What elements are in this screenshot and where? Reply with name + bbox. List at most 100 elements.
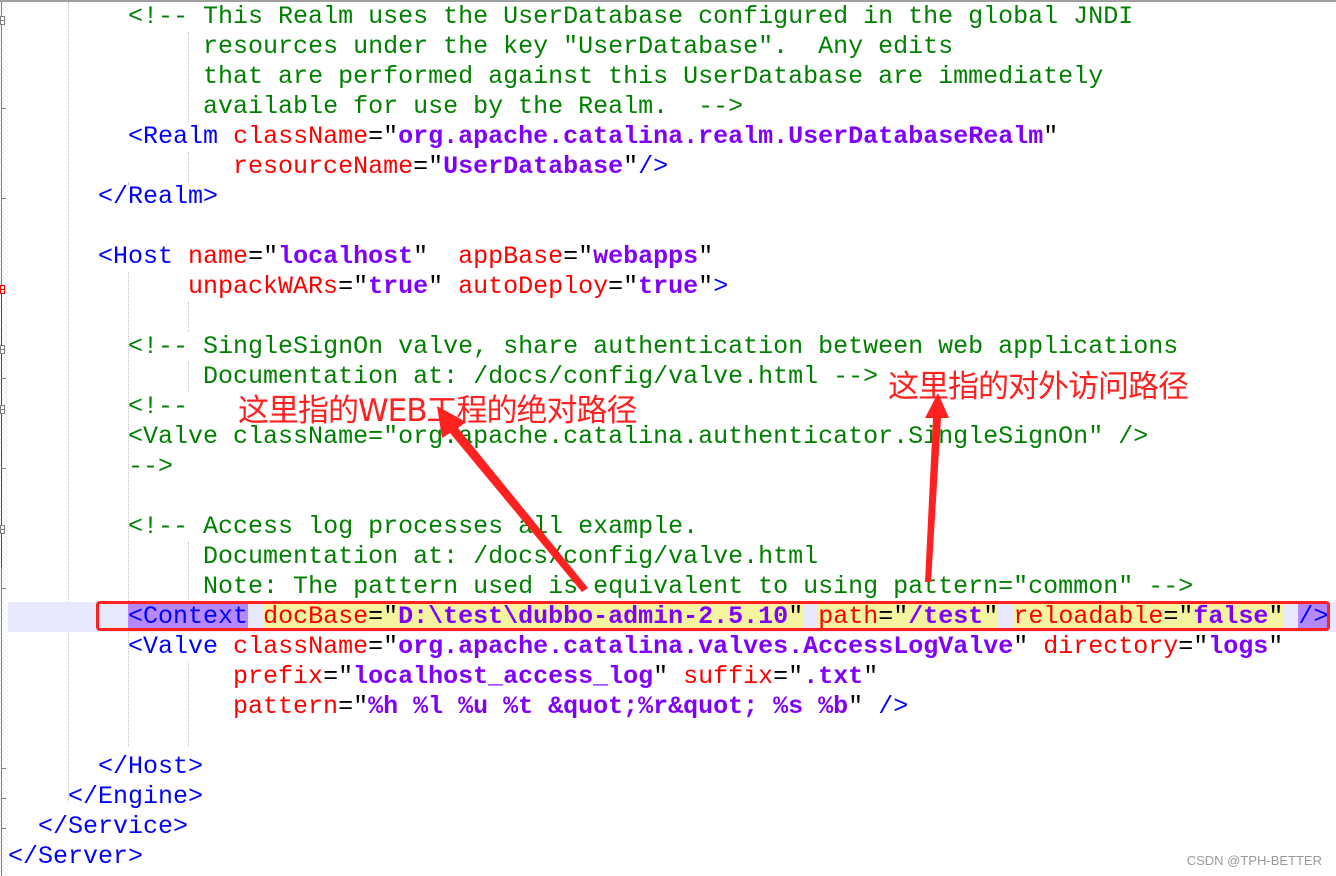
xml-attribute: pattern	[233, 692, 339, 721]
xml-punctuation: "	[413, 242, 459, 271]
xml-punctuation: "	[698, 242, 714, 271]
xml-value: org.apache.catalina.realm.UserDatabaseRe…	[398, 122, 1044, 151]
code-line[interactable]: prefix="localhost_access_log" suffix=".t…	[8, 662, 1336, 692]
xml-comment: Note: The pattern used is equivalent to …	[203, 572, 1194, 601]
xml-value: localhost_access_log	[353, 662, 654, 691]
fold-toggle-icon[interactable]	[0, 345, 5, 354]
code-line[interactable]: </Server>	[8, 842, 1336, 872]
fold-toggle-icon[interactable]	[0, 525, 5, 534]
code-line[interactable]: that are performed against this UserData…	[8, 62, 1336, 92]
xml-attribute: directory	[1043, 632, 1179, 661]
xml-comment: <!-- Access log processes all example.	[128, 512, 699, 541]
code-editor[interactable]: <!-- This Realm uses the UserDatabase co…	[0, 0, 1336, 876]
xml-attribute: unpackWARs	[188, 272, 339, 301]
code-line[interactable]: <!-- This Realm uses the UserDatabase co…	[8, 2, 1336, 32]
xml-punctuation: ="	[563, 242, 594, 271]
code-line[interactable]: -->	[8, 452, 1336, 482]
code-line[interactable]: </Engine>	[8, 782, 1336, 812]
xml-comment: <!-- SingleSignOn valve, share authentic…	[128, 332, 1179, 361]
xml-comment: resources under the key "UserDatabase". …	[203, 32, 954, 61]
xml-attribute: name	[188, 242, 249, 271]
xml-punctuation: "	[1268, 632, 1284, 661]
xml-tag: </Engine>	[68, 782, 204, 811]
xml-punctuation: "	[428, 272, 459, 301]
code-content[interactable]: <!-- This Realm uses the UserDatabase co…	[8, 2, 1336, 872]
fold-end-icon	[1, 588, 6, 589]
code-line[interactable]: Note: The pattern used is equivalent to …	[8, 572, 1336, 602]
xml-punctuation: ="	[368, 632, 399, 661]
code-line[interactable]	[8, 482, 1336, 512]
code-line[interactable]	[8, 302, 1336, 332]
xml-value: %h %l %u %t &quot;%r&quot; %s %b	[368, 692, 849, 721]
code-line[interactable]: Documentation at: /docs/config/valve.htm…	[8, 542, 1336, 572]
xml-punctuation: "	[1043, 122, 1059, 151]
xml-tag: </Host>	[98, 752, 204, 781]
code-line[interactable]: <Host name="localhost" appBase="webapps"	[8, 242, 1336, 272]
fold-end-icon	[1, 768, 6, 769]
xml-punctuation: ="	[1178, 632, 1209, 661]
xml-comment: <!-- This Realm uses the UserDatabase co…	[128, 2, 1134, 31]
xml-attribute: prefix	[233, 662, 324, 691]
code-line[interactable]: </Host>	[8, 752, 1336, 782]
xml-comment: Documentation at: /docs/config/valve.htm…	[203, 542, 819, 571]
xml-attribute: suffix	[683, 662, 774, 691]
xml-punctuation: "	[848, 692, 879, 721]
code-line[interactable]: available for use by the Realm. -->	[8, 92, 1336, 122]
code-line[interactable]: </Service>	[8, 812, 1336, 842]
code-line[interactable]: <Realm className="org.apache.catalina.re…	[8, 122, 1336, 152]
xml-tag: />	[638, 152, 669, 181]
xml-comment: that are performed against this UserData…	[203, 62, 1104, 91]
xml-punctuation: ="	[413, 152, 444, 181]
fold-gutter	[0, 2, 8, 876]
fold-toggle-icon[interactable]	[0, 285, 5, 294]
xml-punctuation: "	[653, 662, 684, 691]
fold-toggle-icon[interactable]	[0, 405, 5, 414]
xml-comment: -->	[128, 452, 174, 481]
fold-end-icon	[1, 798, 6, 799]
xml-value: logs	[1208, 632, 1269, 661]
code-line[interactable]	[8, 212, 1336, 242]
code-line[interactable]: <Valve className="org.apache.catalina.au…	[8, 422, 1336, 452]
xml-tag: </Service>	[38, 812, 189, 841]
code-line[interactable]: resourceName="UserDatabase"/>	[8, 152, 1336, 182]
code-line[interactable]: <!-- Access log processes all example.	[8, 512, 1336, 542]
code-line[interactable]: <!-- SingleSignOn valve, share authentic…	[8, 332, 1336, 362]
xml-tag: >	[713, 272, 729, 301]
fold-toggle-icon[interactable]	[0, 16, 5, 25]
code-line[interactable]	[8, 722, 1336, 752]
xml-attribute: className	[233, 632, 369, 661]
code-line[interactable]: pattern="%h %l %u %t &quot;%r&quot; %s %…	[8, 692, 1336, 722]
code-line[interactable]: </Realm>	[8, 182, 1336, 212]
xml-punctuation: ="	[368, 122, 399, 151]
xml-punctuation: "	[863, 662, 879, 691]
xml-value: org.apache.catalina.valves.AccessLogValv…	[398, 632, 1014, 661]
code-line[interactable]: resources under the key "UserDatabase". …	[8, 32, 1336, 62]
xml-punctuation: ="	[248, 242, 279, 271]
xml-tag: </Realm>	[98, 182, 219, 211]
xml-attribute: appBase	[458, 242, 564, 271]
xml-punctuation: ="	[773, 662, 804, 691]
xml-tag: <Valve	[128, 632, 219, 661]
xml-punctuation: ="	[323, 662, 354, 691]
code-line[interactable]: unpackWARs="true" autoDeploy="true">	[8, 272, 1336, 302]
code-line[interactable]: <Valve className="org.apache.catalina.va…	[8, 632, 1336, 662]
xml-attribute: className	[233, 122, 369, 151]
